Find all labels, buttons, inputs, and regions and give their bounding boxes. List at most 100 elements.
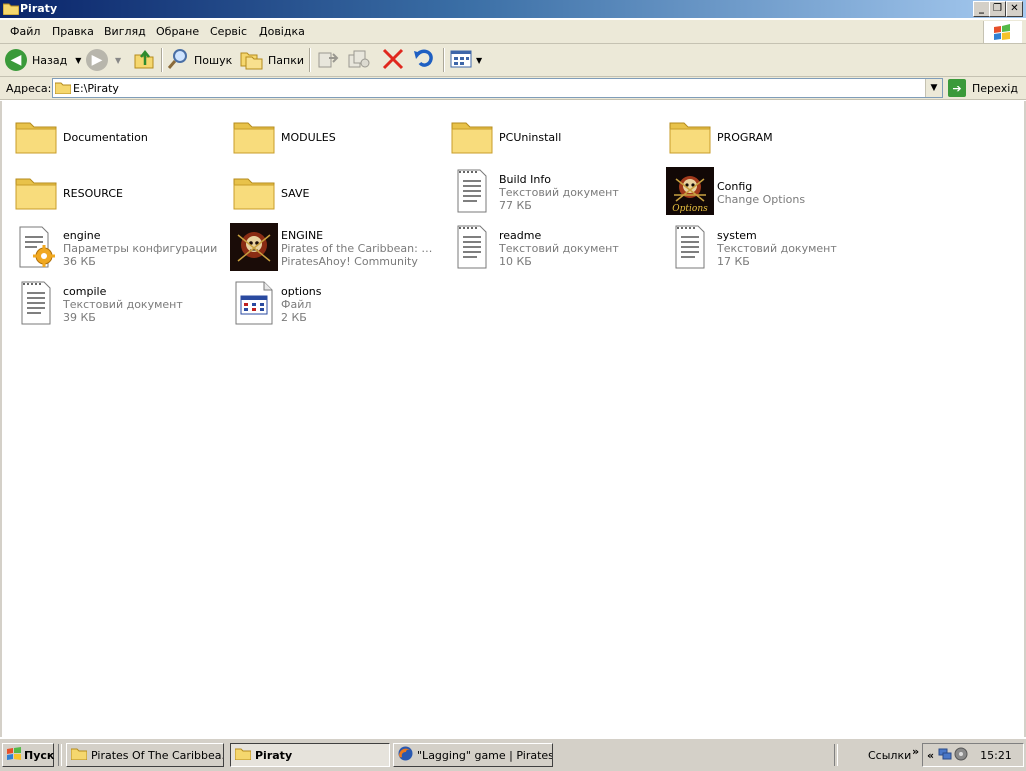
volume-icon[interactable] <box>954 747 968 764</box>
list-item[interactable]: SAVE <box>224 163 440 217</box>
menu-tools[interactable]: Сервіс <box>210 25 247 38</box>
toolbar: ◀ Назад ▼ ▶ ▼ Пошук Папки ▼ <box>0 44 1026 77</box>
copy-to-button[interactable] <box>347 47 371 73</box>
taskbar: Пуск Pirates Of The Caribbea... Piraty "… <box>0 738 1026 771</box>
restore-button[interactable]: ❐ <box>989 1 1006 17</box>
item-size: 2 КБ <box>281 311 307 324</box>
file-window-icon <box>230 279 278 327</box>
folder-icon <box>230 167 278 215</box>
item-name: readme <box>499 229 542 242</box>
chevron-left-icon[interactable]: « <box>927 749 934 762</box>
folder-icon <box>448 111 496 159</box>
item-type: Текстовий документ <box>499 186 619 199</box>
taskbar-item-label: Piraty <box>255 748 293 762</box>
item-type: Change Options <box>717 193 806 206</box>
back-label: Назад <box>32 53 68 67</box>
list-item[interactable]: readme Текстовий документ 10 КБ <box>442 219 658 273</box>
links-toolbar-label[interactable]: Ссылки <box>868 749 911 762</box>
folder-icon <box>234 747 252 763</box>
taskbar-item-firefox[interactable]: "Lagging" game | Pirates... <box>393 743 553 767</box>
folder-icon <box>12 111 60 159</box>
list-item[interactable]: Documentation <box>6 107 222 161</box>
chevron-right-icon[interactable]: » <box>912 745 919 758</box>
windows-logo-icon <box>983 21 1022 43</box>
search-label: Пошук <box>194 53 233 67</box>
item-name: compile <box>63 285 107 298</box>
menu-file[interactable]: Файл <box>10 25 40 38</box>
item-name: Build Info <box>499 173 551 186</box>
menu-view[interactable]: Вигляд <box>104 25 146 38</box>
list-item[interactable]: PROGRAM <box>660 107 876 161</box>
list-item[interactable]: RESOURCE <box>6 163 222 217</box>
config-settings-icon <box>12 223 60 271</box>
network-icon[interactable] <box>938 747 952 764</box>
list-item[interactable]: Options Config Change Options <box>660 163 876 217</box>
item-name: Documentation <box>63 131 148 144</box>
title-bar: Piraty _ ❐ ✕ <box>0 0 1026 18</box>
copy-to-icon <box>347 48 371 73</box>
item-name: PCUninstall <box>499 131 562 144</box>
window-title: Piraty <box>20 2 58 15</box>
address-dropdown-button[interactable]: ▼ <box>925 79 942 97</box>
text-document-icon <box>12 279 60 327</box>
item-name: options <box>281 285 322 298</box>
list-item[interactable]: system Текстовий документ 17 КБ <box>660 219 876 273</box>
item-type: Параметры конфигурации <box>63 242 218 255</box>
list-item[interactable]: options Файл 2 КБ <box>224 275 440 329</box>
address-value: E:\Piraty <box>73 82 119 95</box>
item-size: 10 КБ <box>499 255 532 268</box>
undo-button[interactable] <box>412 47 436 73</box>
taskbar-item-label: "Lagging" game | Pirates... <box>417 748 553 762</box>
views-button[interactable]: ▼ <box>450 47 482 73</box>
chevron-down-icon[interactable]: ▼ <box>476 56 482 65</box>
address-input[interactable]: E:\Piraty ▼ <box>52 78 943 98</box>
item-type: Текстовий документ <box>63 298 183 311</box>
chevron-down-icon[interactable]: ▼ <box>75 56 81 65</box>
folder-icon <box>2 2 20 18</box>
address-label: Адреса: <box>6 82 52 95</box>
list-item[interactable]: engine Параметры конфигурации 36 КБ <box>6 219 222 273</box>
move-to-icon <box>316 48 340 73</box>
up-folder-button[interactable] <box>133 47 155 73</box>
delete-button[interactable] <box>381 47 405 73</box>
pirate-skull-icon <box>230 223 278 271</box>
list-item[interactable]: ENGINE Pirates of the Caribbean: New... … <box>224 219 440 273</box>
list-item[interactable]: compile Текстовий документ 39 КБ <box>6 275 222 329</box>
go-label: Перехід <box>972 81 1018 95</box>
text-document-icon <box>448 223 496 271</box>
search-icon <box>166 47 190 74</box>
list-item[interactable]: MODULES <box>224 107 440 161</box>
close-button[interactable]: ✕ <box>1006 1 1023 17</box>
go-button[interactable]: ➔ Перехід <box>948 78 1018 98</box>
taskbar-item-piraty[interactable]: Piraty <box>230 743 390 767</box>
move-to-button[interactable] <box>316 47 340 73</box>
folders-button[interactable]: Папки <box>240 47 304 73</box>
list-item[interactable]: PCUninstall <box>442 107 658 161</box>
list-item[interactable]: Build Info Текстовий документ 77 КБ <box>442 163 658 217</box>
taskbar-item-pirates[interactable]: Pirates Of The Caribbea... <box>66 743 224 767</box>
menu-favorites[interactable]: Обране <box>156 25 199 38</box>
file-list: Documentation MODULES PCUninstall PROGRA… <box>0 101 1026 737</box>
forward-button[interactable]: ▶ ▼ <box>86 47 121 73</box>
item-name: engine <box>63 229 101 242</box>
undo-icon <box>412 48 436 73</box>
start-button[interactable]: Пуск <box>2 743 54 767</box>
clock[interactable]: 15:21 <box>980 749 1012 762</box>
search-button[interactable]: Пошук <box>166 47 232 73</box>
item-type: Текстовий документ <box>717 242 837 255</box>
firefox-icon <box>398 746 413 764</box>
back-button[interactable]: ◀ Назад ▼ <box>5 47 81 73</box>
folder-icon <box>54 81 72 97</box>
chevron-down-icon[interactable]: ▼ <box>115 56 121 65</box>
text-document-icon <box>448 167 496 215</box>
menu-edit[interactable]: Правка <box>52 25 94 38</box>
minimize-button[interactable]: _ <box>973 1 990 17</box>
item-type: Файл <box>281 298 312 311</box>
windows-logo-icon <box>7 746 21 764</box>
menu-help[interactable]: Довідка <box>259 25 305 38</box>
item-size: 77 КБ <box>499 199 532 212</box>
folder-icon <box>12 167 60 215</box>
text-document-icon <box>666 223 714 271</box>
back-arrow-icon: ◀ <box>5 49 27 71</box>
taskbar-item-label: Pirates Of The Caribbea... <box>91 748 224 762</box>
